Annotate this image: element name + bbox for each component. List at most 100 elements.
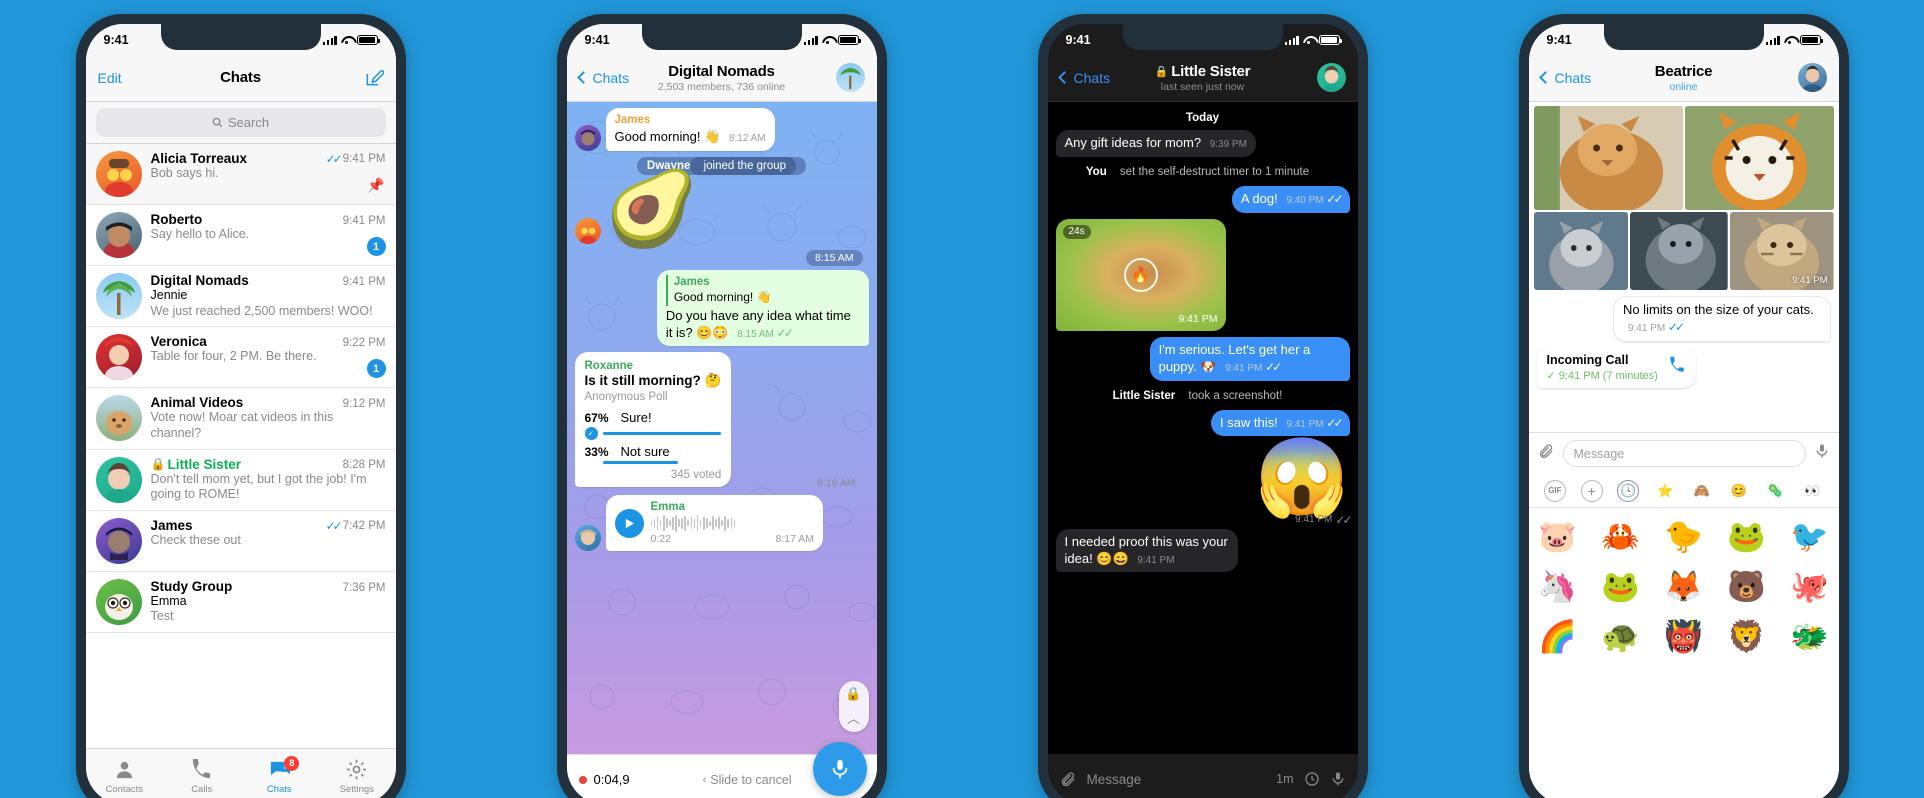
list-item[interactable]: Alicia Torreaux ✓✓ 9:41 PM Bob says hi. … — [85, 144, 396, 205]
sticker[interactable]: 🐸 — [1598, 563, 1644, 609]
message-bubble[interactable]: I'm serious. Let's get her a puppy. 🐶 9:… — [1149, 336, 1350, 381]
message-row[interactable]: James Good morning! 👋 8:12 AM — [574, 108, 869, 151]
plus-icon[interactable]: + — [1580, 479, 1603, 502]
message-bubble[interactable]: James Good morning! 👋 Do you have any id… — [656, 270, 869, 347]
self-destruct-row[interactable]: 24s 🔥 9:41 PM — [1055, 218, 1350, 331]
tab-settings[interactable]: Settings — [318, 749, 396, 798]
chat-list[interactable]: Alicia Torreaux ✓✓ 9:41 PM Bob says hi. … — [85, 144, 396, 748]
voice-message[interactable]: Emma 0:22 8:17 AM — [605, 495, 824, 552]
voice-row[interactable]: Emma 0:22 8:17 AM — [574, 495, 869, 552]
sticker[interactable]: 🐤 — [1661, 513, 1707, 559]
sticker[interactable]: 🐢 — [1598, 613, 1644, 659]
avatar[interactable] — [835, 63, 865, 92]
sticker[interactable]: 🐻 — [1724, 563, 1770, 609]
message-row[interactable]: James Good morning! 👋 Do you have any id… — [575, 270, 869, 347]
mic-icon[interactable] — [1330, 771, 1346, 787]
message-row[interactable]: I saw this! 9:41 PM ✓✓ — [1056, 409, 1350, 437]
star-sticker-tab[interactable]: ⭐ — [1654, 480, 1676, 502]
eyes-sticker-tab[interactable]: 👀 — [1801, 480, 1823, 502]
mic-icon[interactable] — [1814, 443, 1830, 464]
poll-option[interactable]: 33% Not sure — [585, 444, 722, 465]
poll-row[interactable]: Roxanne Is it still morning? 🤔 Anonymous… — [574, 352, 869, 488]
clock-icon[interactable]: 🕓 — [1617, 479, 1640, 502]
sticker-panel[interactable]: 🐷 🦀 🐤 🐸 🐦 🦄 🐸 🦊 🐻 🐙 🌈 🐢 👹 🦁 🐲 — [1528, 508, 1839, 798]
poll-option[interactable]: 67% Sure! ✓ — [584, 410, 722, 441]
message-bubble[interactable]: I saw this! 9:41 PM ✓✓ — [1210, 409, 1350, 437]
tab-bar[interactable]: Contacts Calls 8 Chats Settings — [85, 748, 396, 798]
avatar[interactable] — [1797, 63, 1827, 92]
sticker-row[interactable]: 🌈 🐢 👹 🦁 🐲 — [1535, 613, 1833, 659]
search-input[interactable]: Search — [95, 108, 386, 137]
sticker-row[interactable]: 🦄 🐸 🦊 🐻 🐙 — [1535, 563, 1833, 609]
cat-photo-2[interactable] — [1630, 212, 1728, 290]
list-item[interactable]: 🔒 Little Sister 8:28 PM Don't tell mom y… — [85, 450, 396, 511]
message-row[interactable]: A dog! 9:40 PM ✓✓ — [1056, 185, 1350, 213]
back-button[interactable]: Chats — [576, 70, 629, 86]
avocado-sticker[interactable]: 🥑 — [606, 171, 698, 245]
cat-photo-1[interactable] — [1533, 106, 1683, 210]
sticker-row[interactable]: 😱 9:41 PM ✓✓ — [1056, 440, 1353, 527]
sticker[interactable]: 🌈 — [1535, 613, 1581, 659]
list-item[interactable]: Digital Nomads 9:41 PM Jennie We just re… — [85, 266, 396, 328]
message-list[interactable]: James Good morning! 👋 8:12 AM Dwayne joi… — [567, 102, 877, 798]
message-row[interactable]: I'm serious. Let's get her a puppy. 🐶 9:… — [1056, 336, 1350, 381]
self-destruct-timer-label[interactable]: 1m — [1276, 772, 1293, 786]
tab-chats[interactable]: 8 Chats — [241, 749, 319, 798]
play-icon[interactable] — [614, 508, 644, 538]
smile-sticker-tab[interactable]: 😊 — [1728, 480, 1750, 502]
sticker[interactable]: 🦄 — [1535, 563, 1581, 609]
chevron-up-icon[interactable]: ︿ — [847, 708, 860, 727]
sticker[interactable]: 🐙 — [1787, 563, 1833, 609]
sticker[interactable]: 🦊 — [1661, 563, 1707, 609]
list-item[interactable]: Roberto 9:41 PM Say hello to Alice. 1 — [85, 205, 396, 266]
incoming-call-card[interactable]: Incoming Call ✓ 9:41 PM (7 minutes) — [1536, 346, 1696, 388]
monkey-sticker-tab[interactable]: 🙈 — [1691, 480, 1713, 502]
sticker[interactable]: 👹 — [1661, 613, 1707, 659]
sticker[interactable]: 🐲 — [1787, 613, 1833, 659]
reply-quote[interactable]: James Good morning! 👋 — [665, 275, 860, 306]
kitten-photo-1[interactable] — [1533, 212, 1629, 290]
edit-button[interactable]: Edit — [98, 70, 122, 86]
self-destruct-photo[interactable]: 24s 🔥 9:41 PM — [1055, 218, 1226, 331]
sticker-tab-bar[interactable]: GIF + 🕓 ⭐ 🙈 😊 🦠 👀 — [1528, 474, 1839, 508]
message-row[interactable]: No limits on the size of your cats. 9:41… — [1537, 296, 1831, 342]
avatar[interactable] — [1316, 63, 1346, 92]
message-bubble[interactable]: A dog! 9:40 PM ✓✓ — [1231, 185, 1350, 213]
record-lock-controls[interactable]: 🔒 ︿ — [838, 681, 869, 732]
gif-icon[interactable]: GIF — [1543, 479, 1566, 502]
phone-icon[interactable] — [1668, 356, 1686, 379]
tiger-photo[interactable] — [1684, 106, 1834, 210]
message-input-bar[interactable]: Message 1m — [1047, 754, 1358, 798]
list-item[interactable]: James ✓✓ 7:42 PM Check these out — [85, 511, 396, 572]
shocked-duck-sticker[interactable]: 😱 — [1255, 440, 1350, 516]
sticker-row[interactable]: 🥑 — [574, 171, 869, 245]
compose-icon[interactable] — [364, 68, 384, 88]
message-bubble[interactable]: Any gift ideas for mom? 9:39 PM — [1055, 130, 1256, 157]
paperclip-icon[interactable] — [1060, 771, 1077, 788]
message-input[interactable]: Message — [1562, 440, 1806, 467]
message-bubble[interactable]: James Good morning! 👋 8:12 AM — [605, 108, 775, 151]
sticker[interactable]: 🐦 — [1787, 513, 1833, 559]
virus-sticker-tab[interactable]: 🦠 — [1764, 480, 1786, 502]
message-input-bar[interactable]: Message — [1528, 432, 1839, 474]
list-item[interactable]: Animal Videos 9:12 PM Vote now! Moar cat… — [85, 388, 396, 450]
sticker[interactable]: 🐸 — [1724, 513, 1770, 559]
tab-contacts[interactable]: Contacts — [86, 749, 164, 798]
photo-album[interactable]: 9:41 PM — [1529, 102, 1839, 290]
message-row[interactable]: Any gift ideas for mom? 9:39 PM — [1055, 130, 1350, 157]
tab-calls[interactable]: Calls — [163, 749, 241, 798]
call-row[interactable]: Incoming Call ✓ 9:41 PM (7 minutes) — [1536, 346, 1831, 388]
list-item[interactable]: Study Group 7:36 PM Emma Test — [85, 572, 396, 633]
message-list[interactable]: No limits on the size of your cats. 9:41… — [1529, 290, 1839, 388]
mic-button[interactable] — [812, 742, 867, 796]
poll-card[interactable]: Roxanne Is it still morning? 🤔 Anonymous… — [574, 352, 732, 488]
message-bubble[interactable]: I needed proof this was your idea! 😊😄 9:… — [1055, 528, 1238, 573]
sticker[interactable]: 🦁 — [1724, 613, 1770, 659]
back-button[interactable]: Chats — [1538, 70, 1591, 86]
sticker-row[interactable]: 🐷 🦀 🐤 🐸 🐦 — [1535, 513, 1833, 559]
message-bubble[interactable]: No limits on the size of your cats. 9:41… — [1612, 296, 1831, 342]
sticker[interactable]: 🐷 — [1535, 513, 1581, 559]
back-button[interactable]: Chats — [1057, 70, 1110, 86]
message-input[interactable]: Message — [1087, 772, 1267, 787]
sticker[interactable]: 🦀 — [1598, 513, 1644, 559]
